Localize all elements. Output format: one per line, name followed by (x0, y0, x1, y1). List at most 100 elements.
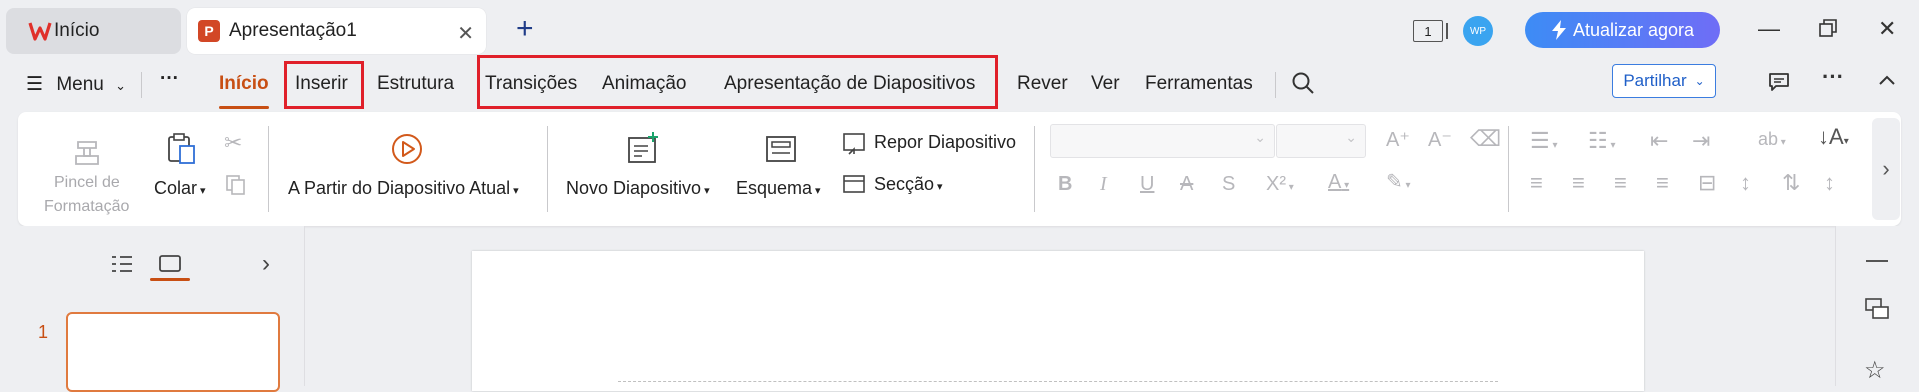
avatar-text: WP (1469, 25, 1487, 37)
more-options-label: ··· (160, 68, 179, 89)
ribbon-divider (268, 126, 269, 212)
layout-label: Esquema (736, 178, 813, 198)
from-current-slide-button[interactable]: A Partir do Diapositivo Atual ▾ (288, 178, 519, 199)
star-icon[interactable]: ☆ (1864, 356, 1886, 385)
cut-icon[interactable]: ✂ (224, 132, 242, 154)
chevron-down-icon: ▾ (1402, 180, 1411, 191)
chevron-down-icon: ▾ (704, 185, 710, 197)
search-icon[interactable] (1290, 70, 1316, 101)
upgrade-button[interactable]: Atualizar agora (1525, 12, 1720, 48)
new-tab-icon[interactable]: + (516, 14, 534, 44)
collapse-panel-icon[interactable]: › (262, 250, 270, 278)
more-icon[interactable]: ··· (1822, 64, 1844, 90)
chevron-down-icon: ▾ (815, 185, 821, 197)
section-icon[interactable] (842, 172, 866, 201)
bullets-icon[interactable]: ☰ ▾ (1530, 130, 1558, 152)
decrease-font-icon[interactable]: A⁻ (1428, 130, 1452, 150)
ribbon: Pincel de Formatação Colar ▾ ✂ A Partir d… (18, 112, 1901, 226)
paste-button[interactable]: Colar ▾ (154, 178, 206, 199)
align-left-icon[interactable]: ≡ (1530, 172, 1543, 194)
restore-icon[interactable] (1818, 18, 1838, 44)
distribute-icon[interactable]: ⊟ (1698, 172, 1716, 194)
share-button[interactable]: Partilhar ⌄ (1612, 64, 1716, 98)
format-painter-icon[interactable] (72, 134, 102, 173)
tab-ferramentas[interactable]: Ferramentas (1145, 73, 1253, 95)
increase-font-icon[interactable]: A⁺ (1386, 130, 1410, 150)
justify-icon[interactable]: ≡ (1656, 172, 1669, 194)
outline-view-icon[interactable] (110, 254, 134, 279)
lightning-icon (1551, 20, 1566, 40)
format-painter-label-2: Formatação (44, 198, 130, 215)
shadow-text-icon[interactable]: S (1222, 174, 1235, 194)
tab-inicio[interactable]: Início (219, 73, 269, 95)
clear-format-icon[interactable]: ⌫ (1470, 128, 1501, 150)
spacing-more-icon[interactable]: ↕ (1824, 172, 1835, 194)
layout-button[interactable]: Esquema ▾ (736, 178, 821, 199)
close-tab-icon[interactable]: ✕ (457, 21, 474, 46)
copy-icon[interactable] (225, 174, 247, 201)
tab-ver[interactable]: Ver (1091, 73, 1120, 95)
from-current-slide-label: A Partir do Diapositivo Atual (288, 178, 511, 198)
chevron-down-icon: ▾ (1341, 180, 1350, 191)
font-color-icon[interactable]: A ▾ (1328, 172, 1349, 192)
close-window-icon[interactable]: ✕ (1878, 16, 1896, 42)
paste-icon[interactable] (166, 132, 198, 171)
section-label: Secção (874, 174, 935, 194)
ribbon-scroll-right-icon[interactable]: › (1872, 118, 1900, 220)
strikethrough-icon[interactable]: A (1180, 174, 1193, 194)
underline-icon[interactable]: U (1140, 174, 1154, 194)
highlight-icon[interactable]: ✎ ▾ (1386, 172, 1411, 192)
title-placeholder[interactable] (618, 381, 1498, 382)
home-tab-label: Início (54, 20, 100, 41)
new-slide-icon[interactable] (626, 130, 660, 171)
font-family-select[interactable]: ⌄ (1050, 124, 1275, 158)
home-tab[interactable]: Início (6, 8, 181, 54)
tab-estrutura[interactable]: Estrutura (377, 73, 454, 95)
bold-icon[interactable]: B (1058, 174, 1072, 194)
format-painter-label-1: Pincel de (54, 174, 120, 191)
align-center-icon[interactable]: ≡ (1572, 172, 1585, 194)
reset-slide-button[interactable]: Repor Diapositivo (874, 132, 1016, 153)
more-options-button[interactable]: ··· (160, 68, 179, 90)
ribbon-divider (547, 126, 548, 212)
chevron-down-icon: ▾ (1843, 136, 1849, 147)
avatar[interactable]: WP (1463, 16, 1493, 46)
ribbon-divider (1508, 126, 1509, 212)
play-from-current-icon[interactable] (390, 132, 424, 171)
menu-button-label: Menu (56, 74, 104, 95)
paragraph-spacing-icon[interactable]: ⇅ (1782, 172, 1800, 194)
italic-icon[interactable]: I (1100, 174, 1107, 194)
line-spacing-icon[interactable]: ↕ (1740, 172, 1751, 194)
slide-view-icon[interactable] (158, 254, 182, 279)
sort-text-icon[interactable]: ↓A▾ (1818, 126, 1849, 148)
collapse-ribbon-icon[interactable] (1876, 70, 1898, 97)
highlight-transitions-group (477, 55, 998, 109)
panel-minimize-icon[interactable] (1866, 260, 1888, 262)
new-slide-button[interactable]: Novo Diapositivo ▾ (566, 178, 710, 199)
chevron-down-icon: ▾ (200, 185, 206, 197)
section-button[interactable]: Secção ▾ (874, 174, 943, 195)
numbering-icon[interactable]: ☷ ▾ (1588, 130, 1616, 152)
reset-slide-icon[interactable] (842, 132, 866, 161)
comment-icon[interactable] (1767, 70, 1791, 99)
chevron-down-icon: ⌄ (1694, 74, 1705, 88)
text-direction-icon[interactable]: ab ▾ (1758, 130, 1786, 148)
slide-thumbnail[interactable] (66, 312, 280, 392)
minimize-icon[interactable]: — (1758, 16, 1780, 42)
chevron-down-icon: ⌄ (1345, 129, 1357, 145)
paste-label: Colar (154, 178, 198, 198)
document-tab[interactable]: P Apresentação1 ✕ (187, 8, 486, 54)
decrease-indent-icon[interactable]: ⇤ (1650, 130, 1668, 152)
slide-transition-panel-icon[interactable] (1864, 296, 1890, 327)
increase-indent-icon[interactable]: ⇥ (1692, 130, 1710, 152)
menu-button[interactable]: ☰ Menu ⌄ (26, 73, 126, 96)
active-view-indicator (150, 278, 190, 281)
tab-rever[interactable]: Rever (1017, 73, 1068, 95)
superscript-icon[interactable]: X² ▾ (1266, 174, 1294, 194)
font-size-select[interactable]: ⌄ (1276, 124, 1366, 158)
layout-icon[interactable] (764, 134, 798, 169)
slide-canvas[interactable] (472, 251, 1644, 391)
align-right-icon[interactable]: ≡ (1614, 172, 1627, 194)
presentation-file-icon: P (198, 20, 220, 42)
window-count-icon[interactable]: 1 (1413, 20, 1448, 42)
